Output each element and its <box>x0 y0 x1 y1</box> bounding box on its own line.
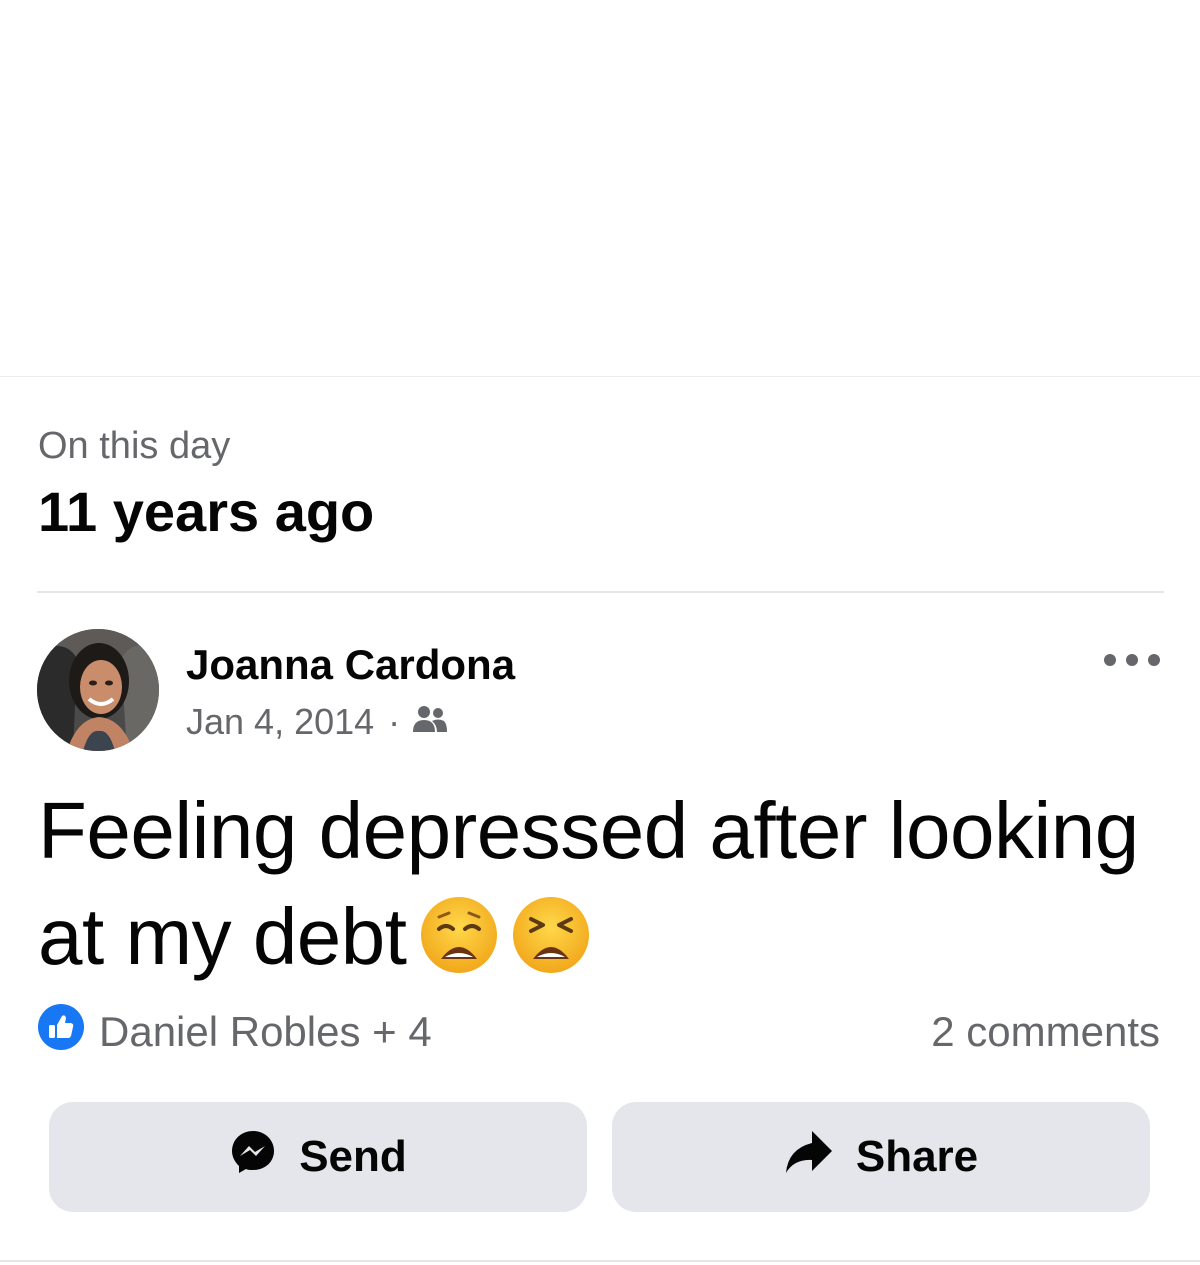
post-meta: Jan 4, 2014 · <box>186 700 448 744</box>
comments-count[interactable]: 2 comments <box>931 1006 1160 1058</box>
post-date[interactable]: Jan 4, 2014 <box>186 701 374 743</box>
send-label: Send <box>299 1132 407 1181</box>
bottom-divider <box>0 1260 1200 1262</box>
section-divider <box>37 591 1164 593</box>
avatar[interactable] <box>37 629 159 751</box>
post-text: Feeling depressed after looking at my de… <box>38 778 1168 990</box>
blank-area <box>0 0 1200 376</box>
share-arrow-icon <box>784 1129 856 1186</box>
memory-years-ago: 11 years ago <box>38 480 375 543</box>
reactions-summary[interactable]: Daniel Robles + 4 <box>37 1003 432 1061</box>
share-button[interactable]: Share <box>612 1102 1150 1212</box>
share-label: Share <box>855 1132 979 1181</box>
divider <box>0 376 1200 377</box>
messenger-icon <box>229 1128 299 1187</box>
like-icon <box>37 1003 99 1061</box>
more-options-icon[interactable] <box>1104 650 1160 670</box>
meta-separator: · <box>388 701 401 742</box>
weary-face-emoji <box>419 895 499 975</box>
memory-label: On this day <box>38 425 231 467</box>
send-button[interactable]: Send <box>49 1102 587 1212</box>
reactions-text[interactable]: Daniel Robles + 4 <box>99 1008 432 1056</box>
friends-icon <box>412 701 448 743</box>
post-author-name[interactable]: Joanna Cardona <box>186 640 515 690</box>
tired-face-emoji <box>511 895 591 975</box>
